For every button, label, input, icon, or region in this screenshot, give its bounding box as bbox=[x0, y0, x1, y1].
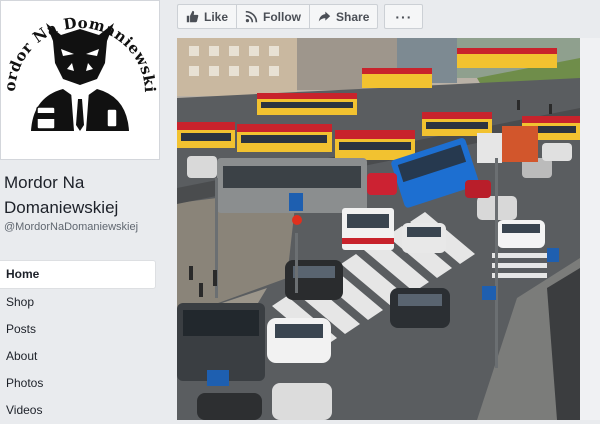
nav-item-about[interactable]: About bbox=[0, 343, 156, 370]
profile-picture[interactable]: Mordor Na Domaniewskiej bbox=[0, 0, 160, 160]
right-column-edge bbox=[580, 38, 600, 420]
like-button[interactable]: Like bbox=[177, 4, 237, 29]
more-options-button[interactable]: ··· bbox=[384, 4, 424, 29]
nav-item-shop[interactable]: Shop bbox=[0, 289, 156, 316]
share-button[interactable]: Share bbox=[309, 4, 379, 29]
page-nav: Home Shop Posts About Photos Videos bbox=[0, 260, 156, 424]
thumbs-up-icon bbox=[186, 10, 199, 23]
share-label: Share bbox=[336, 9, 370, 24]
page-action-bar: Like Follow Share ··· bbox=[177, 4, 424, 29]
follow-label: Follow bbox=[263, 9, 302, 24]
nav-item-posts[interactable]: Posts bbox=[0, 316, 156, 343]
follow-button[interactable]: Follow bbox=[236, 4, 310, 29]
traffic-jam-photo bbox=[177, 38, 580, 420]
like-label: Like bbox=[204, 9, 229, 24]
primary-actions: Like Follow Share bbox=[177, 4, 379, 29]
left-sidebar: Mordor Na Domaniewskiej Mordor Na Domani… bbox=[0, 0, 165, 420]
page-title[interactable]: Mordor Na Domaniewskiej bbox=[4, 170, 164, 220]
rss-icon bbox=[245, 10, 258, 23]
mordor-logo: Mordor Na Domaniewskiej bbox=[1, 1, 159, 131]
nav-item-photos[interactable]: Photos bbox=[0, 370, 156, 397]
share-arrow-icon bbox=[318, 10, 331, 23]
nav-item-home[interactable]: Home bbox=[0, 260, 156, 289]
page-username[interactable]: @MordorNaDomaniewskiej bbox=[4, 220, 156, 234]
cover-photo[interactable] bbox=[177, 38, 580, 420]
